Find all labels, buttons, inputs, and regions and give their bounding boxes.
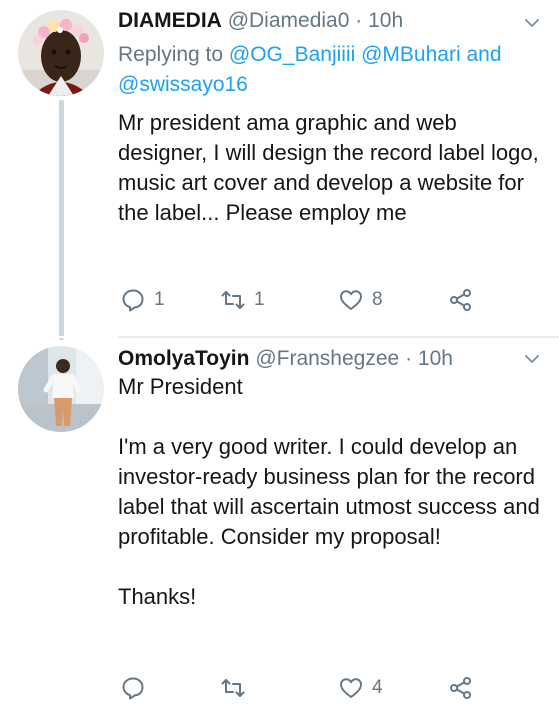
share-icon <box>450 677 471 699</box>
avatar-image <box>18 10 104 96</box>
avatar-image <box>18 346 104 432</box>
tweet-text: Mr president ama graphic and web designe… <box>118 110 539 225</box>
retweet-icon <box>221 679 245 697</box>
timestamp[interactable]: 10h <box>368 9 403 32</box>
retweet-icon <box>221 291 245 309</box>
tweet-actions: 4 <box>118 673 538 703</box>
heart-icon <box>340 290 362 310</box>
tweet-header: DIAMEDIA @Diamedia0 · 10h <box>118 8 519 34</box>
retweet-count: 1 <box>254 289 265 310</box>
chevron-down-icon[interactable] <box>523 14 541 32</box>
meta-separator: · <box>355 9 363 32</box>
retweet-button[interactable] <box>220 673 254 703</box>
heart-icon <box>340 678 362 698</box>
tweet[interactable]: OmolyaToyin @Franshegzee · 10h Mr Presid… <box>0 338 559 720</box>
thread-line <box>59 100 64 340</box>
reply-button[interactable] <box>120 673 154 703</box>
tweet[interactable]: DIAMEDIA @Diamedia0 · 10h Replying to @O… <box>0 0 559 340</box>
like-button[interactable]: 8 <box>338 285 383 315</box>
user-handle[interactable]: @Franshegzee <box>255 347 399 370</box>
display-name[interactable]: OmolyaToyin <box>118 347 249 370</box>
share-icon <box>450 289 471 311</box>
avatar[interactable] <box>18 346 104 432</box>
avatar[interactable] <box>18 10 104 96</box>
reply-button[interactable]: 1 <box>120 285 165 315</box>
timestamp[interactable]: 10h <box>418 347 453 370</box>
reply-icon <box>122 289 144 312</box>
like-button[interactable]: 4 <box>338 673 383 703</box>
like-count: 4 <box>372 677 383 698</box>
like-count: 8 <box>372 289 383 310</box>
tweet-actions: 1 1 8 <box>118 285 538 315</box>
mention-link[interactable]: @MBuhari <box>361 43 461 66</box>
tweet-header: OmolyaToyin @Franshegzee · 10h <box>118 346 519 372</box>
share-button[interactable] <box>448 673 474 703</box>
mention-link[interactable]: @OG_Banjiiii <box>229 43 355 66</box>
chevron-down-icon[interactable] <box>523 350 541 368</box>
reply-count: 1 <box>154 289 165 310</box>
mention-link[interactable]: @swissayo16 <box>118 73 248 96</box>
meta-separator: · <box>405 347 413 370</box>
replying-to: Replying to @OG_Banjiiii @MBuhari and @s… <box>118 40 548 100</box>
tweet-text: Mr President I'm a very good writer. I c… <box>118 374 540 609</box>
mention-conjunction[interactable]: and <box>466 43 501 66</box>
share-button[interactable] <box>448 285 474 315</box>
user-handle[interactable]: @Diamedia0 <box>228 9 350 32</box>
display-name[interactable]: DIAMEDIA <box>118 9 222 32</box>
replying-to-label: Replying to <box>118 43 224 66</box>
retweet-button[interactable]: 1 <box>220 285 265 315</box>
reply-icon <box>122 677 144 700</box>
